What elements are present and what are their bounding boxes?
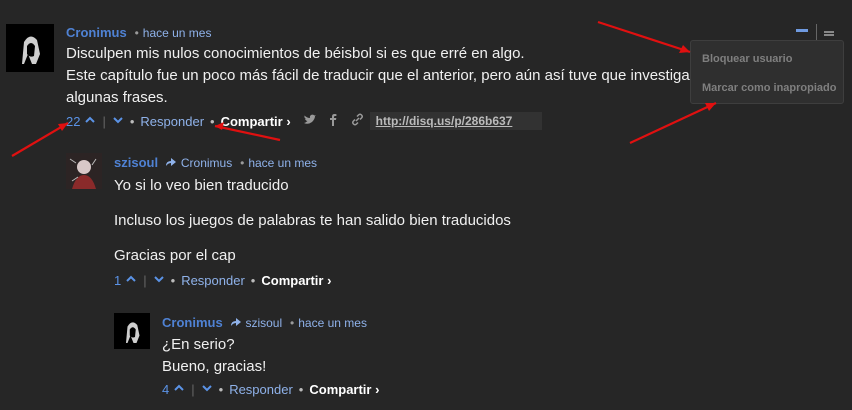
share-button[interactable]: Compartir › [309,382,379,397]
annotation-arrow-to-votes [11,122,69,157]
comment-paragraph: Gracias por el cap [114,247,236,264]
comment-paragraph: Incluso los juegos de palabras te han sa… [114,212,511,229]
chevron-up-icon [85,116,96,123]
comment-body: Yo si lo veo bien traducido Incluso los … [114,175,674,267]
author-name[interactable]: Cronimus [162,315,223,330]
comment-actions: 4 | • Responder • Compartir › [162,382,379,397]
collapse-button[interactable] [796,29,808,32]
timestamp[interactable]: hace un mes [143,26,212,40]
separator-dot: • [170,273,176,288]
comment-body: ¿En serio? Bueno, gracias! [162,334,562,378]
comment-paragraph: Yo si lo veo bien traducido [114,177,289,194]
comment-actions: 1 | • Responder • Compartir › [114,273,331,288]
divider [816,24,817,40]
flag-inappropriate-menu-item[interactable]: Marcar como inapropiado [702,82,836,94]
twitter-icon [303,114,316,124]
separator-dot: • [240,156,245,170]
timestamp[interactable]: hace un mes [248,156,317,170]
comment-line: ¿En serio? [162,336,235,353]
share-button[interactable]: Compartir › [221,114,291,129]
comment-line: algunas frases. [66,89,168,106]
permalink[interactable]: http://disq.us/p/286b637 [369,112,543,130]
downvote-button[interactable] [153,273,165,288]
comment-header: Cronimus szisoul • hace un mes [162,314,367,330]
upvote-button[interactable] [173,382,185,397]
twitter-share-button[interactable] [303,114,317,129]
author-name[interactable]: Cronimus [66,25,127,40]
anime-character-avatar-icon [66,153,102,189]
vote-count: 4 [162,382,170,397]
options-dropdown: Bloquear usuario Marcar como inapropiado [690,40,844,104]
chevron-down-icon [153,276,164,283]
separator-dot: • [129,113,135,129]
comment-body: Disculpen mis nulos conocimientos de béi… [66,43,706,109]
chevron-up-icon [174,384,184,391]
hooded-figure-avatar-icon [6,24,54,72]
divider: | [102,113,106,129]
permalink-icon-wrap[interactable] [351,113,364,129]
separator-dot: • [290,316,295,330]
upvote-button[interactable] [125,273,137,288]
link-icon [351,113,363,126]
avatar[interactable] [6,24,54,72]
comment-actions: 22 | • Responder • Compartir › http://di… [66,112,543,130]
reply-arrow-icon [230,318,241,326]
hooded-figure-avatar-icon [114,313,150,349]
vote-count: 1 [114,273,122,288]
annotation-arrow-to-flag-item [629,102,717,144]
comment-header: Cronimus • hace un mes [66,24,211,40]
divider: | [191,382,195,397]
facebook-share-button[interactable] [329,113,337,129]
options-menu-button[interactable] [824,31,834,36]
block-user-menu-item[interactable]: Bloquear usuario [702,53,792,65]
reply-button[interactable]: Responder [140,114,204,129]
reply-to-name[interactable]: Cronimus [181,156,232,170]
comment-header: szisoul Cronimus • hace un mes [114,154,317,170]
share-button[interactable]: Compartir › [261,273,331,288]
separator-dot: • [218,382,224,397]
reply-button[interactable]: Responder [181,273,245,288]
vote-count: 22 [66,113,81,129]
separator-dot: • [134,26,139,40]
comment-line: Bueno, gracias! [162,358,267,375]
separator-dot: • [210,113,215,129]
facebook-icon [329,114,337,126]
downvote-button[interactable] [112,114,124,129]
reply-arrow-icon [165,158,176,166]
separator-dot: • [298,382,304,397]
comment-line: Disculpen mis nulos conocimientos de béi… [66,45,525,62]
chevron-down-icon [201,385,212,392]
downvote-button[interactable] [201,382,213,397]
avatar[interactable] [66,153,102,189]
upvote-button[interactable] [84,114,96,129]
reply-button[interactable]: Responder [229,382,293,397]
chevron-down-icon [113,116,123,123]
divider: | [143,273,147,288]
author-name[interactable]: szisoul [114,155,158,170]
avatar[interactable] [114,313,150,349]
separator-dot: • [250,273,256,288]
reply-to-name[interactable]: szisoul [245,316,282,330]
chevron-up-icon [126,275,136,282]
comment-line: Este capítulo fue un poco más fácil de t… [66,67,690,84]
timestamp[interactable]: hace un mes [298,316,367,330]
